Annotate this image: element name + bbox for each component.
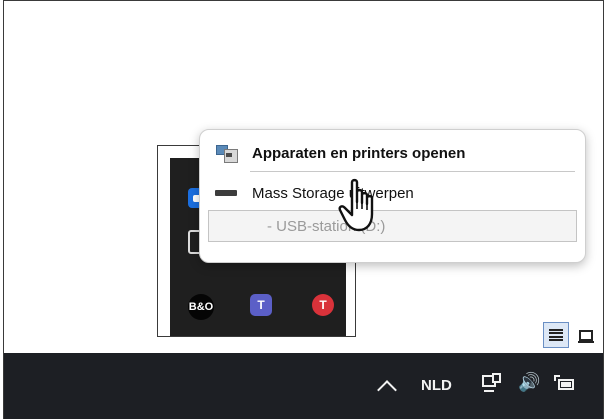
volume-icon[interactable]: 🔊: [518, 372, 540, 393]
list-view-icon: [549, 329, 563, 341]
teams-icon-text: T: [257, 298, 265, 312]
network-icon[interactable]: [482, 373, 504, 397]
bang-olufsen-icon[interactable]: B&O: [188, 294, 214, 320]
menu-separator: [250, 171, 575, 172]
bo-icon-text: B&O: [188, 301, 214, 313]
language-indicator[interactable]: NLD: [421, 377, 452, 394]
usb-context-menu: Apparaten en printers openen Mass Storag…: [199, 129, 586, 263]
teams-icon[interactable]: T: [250, 294, 272, 316]
battery-charging-icon[interactable]: [554, 375, 580, 393]
menu-item-usb-drive: - USB-station (D:): [208, 210, 577, 242]
menu-item-label: Apparaten en printers openen: [252, 144, 466, 162]
tablet-view-button[interactable]: [573, 322, 599, 348]
taskbar: NLD 🔊: [4, 353, 603, 419]
hand-cursor-icon: [338, 178, 374, 232]
devices-printers-icon: [215, 143, 238, 163]
drive-icon: [215, 190, 237, 196]
menu-item-eject-mass-storage[interactable]: Mass Storage uitwerpen: [200, 175, 585, 211]
show-hidden-icons-chevron-icon[interactable]: [377, 380, 397, 400]
tablet-view-icon: [578, 329, 594, 343]
menu-item-devices-printers[interactable]: Apparaten en printers openen: [200, 135, 585, 171]
red-app-icon-text: T: [319, 298, 327, 312]
red-app-icon[interactable]: T: [312, 294, 334, 316]
menu-item-label: Mass Storage uitwerpen: [252, 184, 414, 202]
list-view-button[interactable]: [543, 322, 569, 348]
